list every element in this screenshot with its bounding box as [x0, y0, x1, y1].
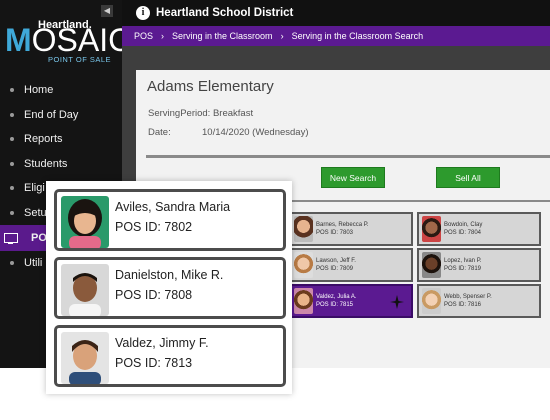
student-photo	[422, 288, 441, 314]
student-name: Valdez, Jimmy F.	[115, 336, 209, 350]
student-info: Barnes, Rebecca P. POS ID: 7803	[316, 221, 369, 237]
bullet-icon	[10, 137, 14, 142]
chevron-left-icon[interactable]: ◀	[101, 5, 113, 17]
student-card[interactable]: Aviles, Sandra Maria POS ID: 7802	[54, 189, 286, 251]
date-label: Date:	[148, 127, 171, 138]
student-pos-id: POS ID: 7803	[316, 230, 354, 236]
student-card[interactable]: Danielston, Mike R. POS ID: 7808	[54, 257, 286, 319]
new-search-button[interactable]: New Search	[321, 167, 385, 188]
page-title: Adams Elementary	[147, 78, 274, 95]
student-pos-id: POS ID: 7815	[316, 302, 354, 308]
student-info: Lawson, Jeff F. POS ID: 7809	[316, 257, 356, 273]
student-info: Webb, Spenser P. POS ID: 7816	[444, 293, 492, 309]
student-photo	[61, 196, 109, 248]
student-name: Aviles, Sandra Maria	[115, 200, 231, 214]
student-card[interactable]: Lopez, Ivan P. POS ID: 7819	[417, 248, 541, 282]
sidebar-item-label: Eligi	[24, 182, 45, 195]
student-pos-id: POS ID: 7816	[444, 302, 482, 308]
student-pos-id: POS ID: 7802	[115, 220, 193, 234]
bullet-icon	[10, 161, 14, 166]
logo-name: MOSAIC	[5, 22, 131, 59]
student-photo	[61, 264, 109, 316]
sidebar-item-label: Home	[24, 84, 54, 97]
sell-all-button[interactable]: Sell All	[436, 167, 500, 188]
student-name: Bowdoin, Clay	[444, 222, 483, 228]
student-name: Lawson, Jeff F.	[316, 258, 356, 264]
sidebar-item-label: Setu	[24, 206, 47, 219]
student-name: Webb, Spenser P.	[444, 294, 492, 300]
chevron-right-icon: ›	[280, 31, 284, 41]
bullet-icon	[10, 261, 14, 266]
bullet-icon	[10, 186, 14, 191]
sidebar-item-label: PO	[31, 232, 47, 244]
student-name: Danielston, Mike R.	[115, 268, 224, 282]
chevron-right-icon: ›	[161, 31, 165, 41]
monitor-icon	[4, 233, 18, 244]
breadcrumb: POS › Serving in the Classroom › Serving…	[122, 26, 550, 46]
student-pos-id: POS ID: 7804	[444, 230, 482, 236]
student-photo	[422, 252, 441, 278]
bullet-icon	[10, 88, 14, 93]
serving-period: ServingPeriod: Breakfast	[148, 108, 254, 119]
student-photo	[294, 288, 313, 314]
student-photo	[294, 252, 313, 278]
divider	[146, 155, 550, 158]
sidebar-item-label: Utili	[24, 257, 43, 270]
student-card-selected[interactable]: Valdez, Julia A. POS ID: 7815	[289, 284, 413, 318]
student-pos-id: POS ID: 7813	[115, 356, 193, 370]
info-icon[interactable]: i	[136, 6, 150, 20]
student-card[interactable]: Barnes, Rebecca P. POS ID: 7803	[289, 212, 413, 246]
logo-name-m: M	[5, 22, 32, 58]
student-pos-id: POS ID: 7819	[444, 266, 482, 272]
date-row: Date: 10/14/2020 (Wednesday)	[148, 127, 309, 138]
student-name: Valdez, Julia A.	[316, 294, 357, 300]
touch-cursor-icon	[390, 295, 404, 309]
breadcrumb-item-serving[interactable]: Serving in the Classroom	[172, 31, 273, 41]
sidebar-item-label: End of Day	[24, 108, 79, 121]
student-pos-id: POS ID: 7808	[115, 288, 193, 302]
student-name: Lopez, Ivan P.	[444, 258, 482, 264]
sidebar-item-reports[interactable]: Reports	[0, 127, 122, 152]
student-name: Barnes, Rebecca P.	[316, 222, 369, 228]
student-photo	[294, 216, 313, 242]
sidebar-item-home[interactable]: Home	[0, 78, 122, 103]
sidebar-item-label: Students	[24, 157, 68, 170]
student-photo	[422, 216, 441, 242]
date-value: 10/14/2020 (Wednesday)	[202, 127, 309, 138]
student-pos-id: POS ID: 7809	[316, 266, 354, 272]
student-card[interactable]: Webb, Spenser P. POS ID: 7816	[417, 284, 541, 318]
student-info: Bowdoin, Clay POS ID: 7804	[444, 221, 482, 237]
student-info: Lopez, Ivan P. POS ID: 7819	[444, 257, 482, 273]
student-card[interactable]: Valdez, Jimmy F. POS ID: 7813	[54, 325, 286, 387]
app-window: Heartland. MOSAIC POINT OF SALE ◀ Home E…	[0, 0, 550, 420]
student-info: Valdez, Julia A. POS ID: 7815	[316, 293, 357, 309]
logo-name-rest: OSAIC	[31, 22, 132, 58]
student-card[interactable]: Bowdoin, Clay POS ID: 7804	[417, 212, 541, 246]
bullet-icon	[10, 210, 14, 215]
sidebar-item-label: Reports	[24, 133, 63, 146]
sidebar-item-end-of-day[interactable]: End of Day	[0, 103, 122, 128]
student-photo	[61, 332, 109, 384]
student-list-overlay: Aviles, Sandra Maria POS ID: 7802 Daniel…	[46, 181, 292, 394]
district-title: Heartland School District	[156, 7, 294, 19]
breadcrumb-item-search: Serving in the Classroom Search	[291, 31, 424, 41]
bullet-icon	[10, 112, 14, 117]
student-card[interactable]: Lawson, Jeff F. POS ID: 7809	[289, 248, 413, 282]
breadcrumb-item-pos[interactable]: POS	[134, 31, 153, 41]
sidebar-item-students[interactable]: Students	[0, 152, 122, 177]
top-bar: i Heartland School District	[122, 0, 550, 26]
logo-tagline: POINT OF SALE	[48, 55, 112, 64]
